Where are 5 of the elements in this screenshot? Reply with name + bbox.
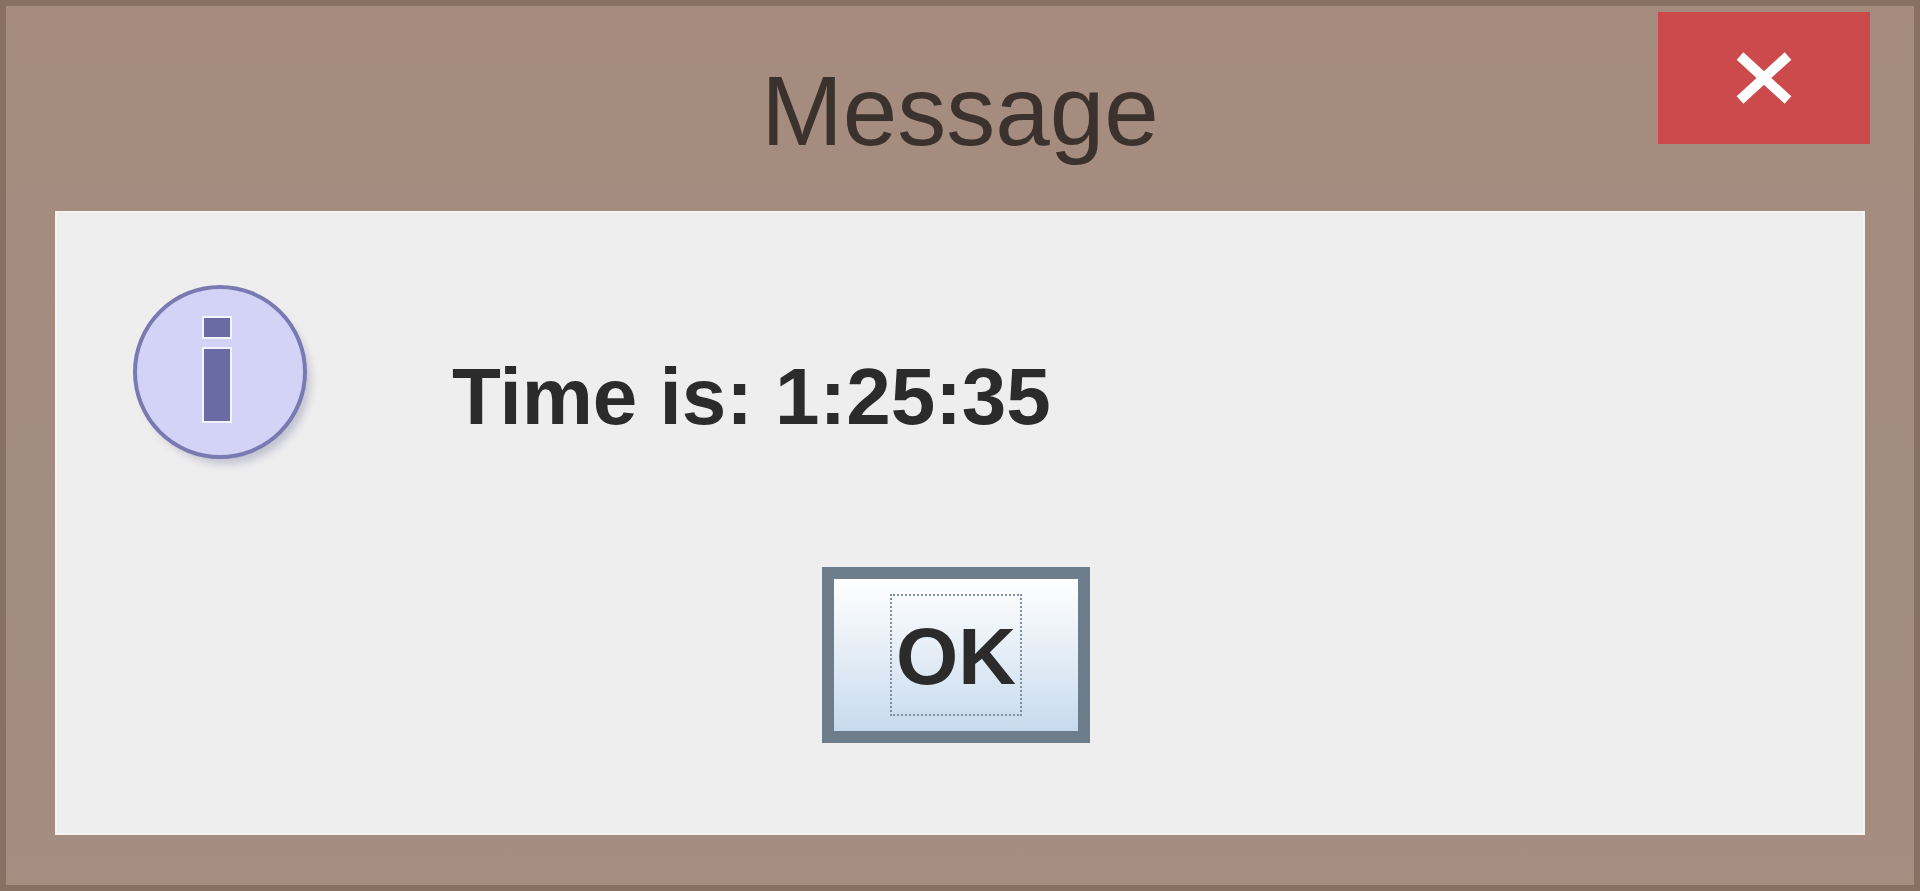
message-text: Time is: 1:25:35 [452,351,1051,443]
close-icon [1734,52,1794,104]
ok-button[interactable]: OK [822,567,1090,743]
window-title: Message [761,54,1159,168]
close-button[interactable] [1658,12,1870,144]
